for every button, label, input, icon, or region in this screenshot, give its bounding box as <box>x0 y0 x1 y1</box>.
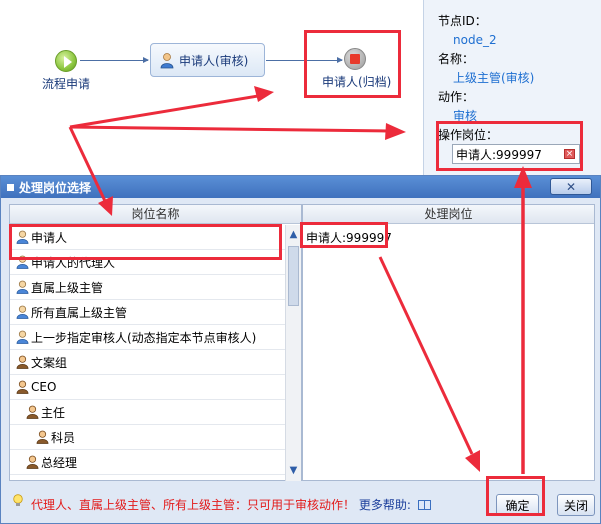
annotation-box <box>436 121 583 171</box>
annotation-box <box>9 224 282 260</box>
node-id-key: 节点ID： <box>438 14 487 28</box>
position-list-item[interactable]: CEO <box>10 375 286 400</box>
name-value: 上级主管(审核) <box>453 71 535 85</box>
task-node-label: 申请人(审核) <box>179 53 249 68</box>
scroll-thumb[interactable] <box>288 246 299 306</box>
position-list-item-label: 所有直属上级主管 <box>31 305 128 320</box>
position-list-item[interactable]: 主任 <box>10 400 286 425</box>
position-list-item[interactable]: 所有直属上级主管 <box>10 300 286 325</box>
action-key: 动作： <box>438 90 475 104</box>
position-list-item[interactable]: 上一步指定审核人(动态指定本节点审核人) <box>10 325 286 350</box>
position-list: 申请人 申请人的代理人 直属上级主管 所有直属上级主管 上一步指定审核人(动态指定本节点… <box>10 225 286 475</box>
hint-message: 代理人、直属上级主管、所有上级主管：只可用于审核动作！ 更多帮助: <box>31 496 431 513</box>
position-list-item-label: 主任 <box>41 405 66 420</box>
position-list-item-label: 科员 <box>51 430 76 445</box>
position-list-item[interactable]: 总经理 <box>10 450 286 475</box>
person-icon <box>16 280 29 294</box>
position-list-item[interactable]: 直属上级主管 <box>10 275 286 300</box>
position-list-item-label: 文案组 <box>31 355 68 370</box>
group-icon <box>26 455 39 469</box>
book-icon[interactable] <box>417 500 431 510</box>
dialog-close-button[interactable]: ✕ <box>550 178 592 195</box>
position-list-item[interactable]: 科员 <box>10 425 286 450</box>
close-button[interactable]: 关闭 <box>557 494 595 516</box>
annotation-box <box>304 30 401 98</box>
group-icon <box>16 355 29 369</box>
position-list-header: 岗位名称 <box>10 205 301 224</box>
position-list-item-label: CEO <box>31 380 57 394</box>
lightbulb-icon <box>13 494 23 506</box>
scroll-up-icon[interactable]: ▲ <box>286 227 301 243</box>
help-link[interactable]: 更多帮助: <box>359 498 411 512</box>
name-key: 名称： <box>438 52 475 66</box>
screenshot-stage: 流程申请 申请人(审核) 申请人(归档) 节点ID： node_2 名称： 上级… <box>0 0 601 524</box>
position-list-item[interactable]: 文案组 <box>10 350 286 375</box>
user-task-icon <box>160 53 174 69</box>
node-id-value: node_2 <box>453 33 497 47</box>
person-icon <box>16 305 29 319</box>
task-node[interactable]: 申请人(审核) <box>150 43 265 77</box>
position-list-item-label: 上一步指定审核人(动态指定本节点审核人) <box>31 330 257 345</box>
scroll-down-icon[interactable]: ▼ <box>286 463 301 479</box>
dialog-title: 处理岗位选择 <box>19 180 92 195</box>
hint-text: 代理人、直属上级主管、所有上级主管：只可用于审核动作！ <box>31 498 356 512</box>
annotation-box <box>300 222 388 248</box>
dialog-titlebar[interactable]: 处理岗位选择 ✕ <box>1 176 600 198</box>
list-scrollbar[interactable]: ▲ ▼ <box>285 225 301 481</box>
group-icon <box>16 380 29 394</box>
connector-arrow <box>80 57 149 63</box>
start-node-label: 流程申请 <box>42 77 91 91</box>
group-icon <box>26 405 39 419</box>
position-list-item-label: 直属上级主管 <box>31 280 104 295</box>
person-icon <box>16 330 29 344</box>
group-icon <box>36 430 49 444</box>
start-node-icon[interactable] <box>55 50 77 72</box>
annotation-box <box>486 476 545 516</box>
window-icon <box>7 183 14 191</box>
position-list-item-label: 总经理 <box>41 455 78 470</box>
